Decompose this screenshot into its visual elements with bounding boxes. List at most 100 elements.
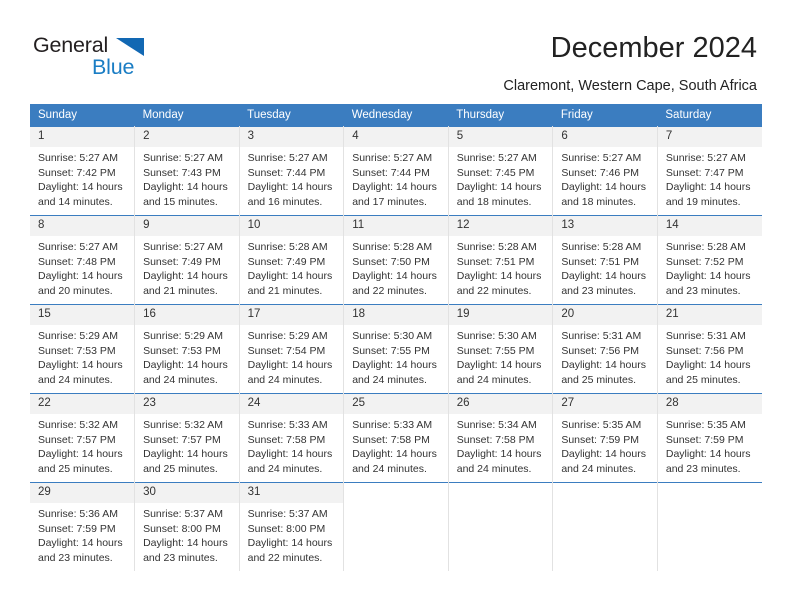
- day-details: Sunrise: 5:29 AM Sunset: 7:53 PM Dayligh…: [135, 325, 239, 387]
- sunrise-text: Sunrise: 5:35 AM: [665, 419, 746, 431]
- daylight-text-line2: and 24 minutes.: [456, 462, 532, 475]
- day-number: 18: [344, 305, 448, 325]
- sunset-text: Sunset: 7:56 PM: [561, 344, 639, 357]
- day-details: Sunrise: 5:28 AM Sunset: 7:49 PM Dayligh…: [240, 236, 344, 298]
- day-cell[interactable]: 2 Sunrise: 5:27 AM Sunset: 7:43 PM Dayli…: [134, 126, 240, 216]
- daylight-text-line2: and 24 minutes.: [561, 462, 637, 475]
- sunrise-text: Sunrise: 5:28 AM: [352, 241, 433, 253]
- sunrise-text: Sunrise: 5:31 AM: [561, 330, 642, 342]
- day-details: Sunrise: 5:28 AM Sunset: 7:51 PM Dayligh…: [553, 236, 657, 298]
- sunrise-text: Sunrise: 5:28 AM: [247, 241, 328, 253]
- day-cell[interactable]: 13 Sunrise: 5:28 AM Sunset: 7:51 PM Dayl…: [552, 215, 658, 305]
- day-cell[interactable]: 12 Sunrise: 5:28 AM Sunset: 7:51 PM Dayl…: [447, 215, 554, 305]
- day-details: Sunrise: 5:31 AM Sunset: 7:56 PM Dayligh…: [553, 325, 657, 387]
- day-cell[interactable]: 25 Sunrise: 5:33 AM Sunset: 7:58 PM Dayl…: [343, 393, 449, 483]
- day-cell[interactable]: 10 Sunrise: 5:28 AM Sunset: 7:49 PM Dayl…: [238, 215, 345, 305]
- sunset-text: Sunset: 7:44 PM: [247, 166, 326, 179]
- day-number: [657, 483, 762, 503]
- daylight-text-line2: and 24 minutes.: [143, 373, 218, 386]
- day-cell[interactable]: 30 Sunrise: 5:37 AM Sunset: 8:00 PM Dayl…: [134, 482, 240, 571]
- sunset-text: Sunset: 7:58 PM: [352, 433, 430, 446]
- weekday-header-wednesday: Wednesday: [343, 104, 449, 127]
- calendar-week-row: 1 Sunrise: 5:27 AM Sunset: 7:42 PM Dayli…: [30, 126, 762, 216]
- sunset-text: Sunset: 7:47 PM: [665, 166, 744, 179]
- day-number: 30: [135, 483, 239, 503]
- sunrise-text: Sunrise: 5:27 AM: [456, 152, 537, 164]
- sunrise-text: Sunrise: 5:29 AM: [143, 330, 224, 342]
- day-number: 31: [239, 483, 344, 503]
- day-details: Sunrise: 5:32 AM Sunset: 7:57 PM Dayligh…: [30, 414, 134, 476]
- daylight-text-line1: Daylight: 14 hours: [143, 270, 228, 283]
- day-cell-empty: [656, 482, 762, 571]
- day-number: 22: [30, 394, 135, 414]
- day-cell[interactable]: 26 Sunrise: 5:34 AM Sunset: 7:58 PM Dayl…: [447, 393, 554, 483]
- day-number: 9: [135, 216, 239, 236]
- daylight-text-line1: Daylight: 14 hours: [665, 359, 751, 372]
- day-cell[interactable]: 20 Sunrise: 5:31 AM Sunset: 7:56 PM Dayl…: [552, 304, 658, 394]
- daylight-text-line2: and 23 minutes.: [143, 551, 218, 564]
- day-cell[interactable]: 21 Sunrise: 5:31 AM Sunset: 7:56 PM Dayl…: [656, 304, 762, 394]
- day-details: Sunrise: 5:32 AM Sunset: 7:57 PM Dayligh…: [135, 414, 239, 476]
- daylight-text-line2: and 18 minutes.: [456, 195, 532, 208]
- weekday-header-sunday: Sunday: [30, 104, 135, 127]
- day-cell[interactable]: 15 Sunrise: 5:29 AM Sunset: 7:53 PM Dayl…: [30, 304, 136, 394]
- sunset-text: Sunset: 7:44 PM: [352, 166, 430, 179]
- sunset-text: Sunset: 7:43 PM: [143, 166, 221, 179]
- daylight-text-line1: Daylight: 14 hours: [561, 270, 646, 283]
- daylight-text-line1: Daylight: 14 hours: [247, 359, 333, 372]
- day-cell[interactable]: 7 Sunrise: 5:27 AM Sunset: 7:47 PM Dayli…: [656, 126, 762, 216]
- sunrise-text: Sunrise: 5:32 AM: [38, 419, 118, 431]
- day-number: 29: [30, 483, 135, 503]
- day-cell[interactable]: 16 Sunrise: 5:29 AM Sunset: 7:53 PM Dayl…: [134, 304, 240, 394]
- daylight-text-line1: Daylight: 14 hours: [561, 181, 646, 194]
- day-cell[interactable]: 31 Sunrise: 5:37 AM Sunset: 8:00 PM Dayl…: [238, 482, 345, 571]
- daylight-text-line2: and 18 minutes.: [561, 195, 637, 208]
- day-number: 12: [448, 216, 553, 236]
- day-cell[interactable]: 24 Sunrise: 5:33 AM Sunset: 7:58 PM Dayl…: [238, 393, 345, 483]
- page-header: General Blue December 2024 Claremont, We…: [0, 0, 792, 100]
- daylight-text-line2: and 25 minutes.: [561, 373, 637, 386]
- day-cell[interactable]: 3 Sunrise: 5:27 AM Sunset: 7:44 PM Dayli…: [238, 126, 345, 216]
- calendar-week-row: 8 Sunrise: 5:27 AM Sunset: 7:48 PM Dayli…: [30, 215, 762, 305]
- day-cell[interactable]: 4 Sunrise: 5:27 AM Sunset: 7:44 PM Dayli…: [343, 126, 449, 216]
- day-number: 6: [553, 127, 657, 147]
- sunrise-text: Sunrise: 5:27 AM: [38, 152, 118, 164]
- day-cell[interactable]: 5 Sunrise: 5:27 AM Sunset: 7:45 PM Dayli…: [447, 126, 554, 216]
- day-cell[interactable]: 1 Sunrise: 5:27 AM Sunset: 7:42 PM Dayli…: [30, 126, 136, 216]
- sunset-text: Sunset: 7:53 PM: [38, 344, 116, 357]
- sunrise-text: Sunrise: 5:35 AM: [561, 419, 642, 431]
- day-cell[interactable]: 14 Sunrise: 5:28 AM Sunset: 7:52 PM Dayl…: [656, 215, 762, 305]
- daylight-text-line1: Daylight: 14 hours: [456, 359, 542, 372]
- day-cell[interactable]: 29 Sunrise: 5:36 AM Sunset: 7:59 PM Dayl…: [30, 482, 136, 571]
- daylight-text-line1: Daylight: 14 hours: [352, 448, 437, 461]
- day-cell[interactable]: 28 Sunrise: 5:35 AM Sunset: 7:59 PM Dayl…: [656, 393, 762, 483]
- day-cell[interactable]: 17 Sunrise: 5:29 AM Sunset: 7:54 PM Dayl…: [238, 304, 345, 394]
- sunset-text: Sunset: 7:59 PM: [561, 433, 639, 446]
- day-cell[interactable]: 11 Sunrise: 5:28 AM Sunset: 7:50 PM Dayl…: [343, 215, 449, 305]
- day-cell[interactable]: 22 Sunrise: 5:32 AM Sunset: 7:57 PM Dayl…: [30, 393, 136, 483]
- day-details: Sunrise: 5:31 AM Sunset: 7:56 PM Dayligh…: [658, 325, 762, 387]
- daylight-text-line2: and 22 minutes.: [456, 284, 532, 297]
- day-details: Sunrise: 5:27 AM Sunset: 7:45 PM Dayligh…: [449, 147, 553, 209]
- day-cell[interactable]: 18 Sunrise: 5:30 AM Sunset: 7:55 PM Dayl…: [343, 304, 449, 394]
- day-cell[interactable]: 23 Sunrise: 5:32 AM Sunset: 7:57 PM Dayl…: [134, 393, 240, 483]
- sunset-text: Sunset: 7:58 PM: [247, 433, 326, 446]
- daylight-text-line1: Daylight: 14 hours: [352, 181, 437, 194]
- sunrise-text: Sunrise: 5:29 AM: [247, 330, 328, 342]
- weekday-header-tuesday: Tuesday: [239, 104, 344, 127]
- day-cell[interactable]: 27 Sunrise: 5:35 AM Sunset: 7:59 PM Dayl…: [552, 393, 658, 483]
- day-details: Sunrise: 5:35 AM Sunset: 7:59 PM Dayligh…: [658, 414, 762, 476]
- day-cell[interactable]: 9 Sunrise: 5:27 AM Sunset: 7:49 PM Dayli…: [134, 215, 240, 305]
- daylight-text-line2: and 22 minutes.: [247, 551, 323, 564]
- day-details: Sunrise: 5:27 AM Sunset: 7:48 PM Dayligh…: [30, 236, 134, 298]
- sunset-text: Sunset: 7:59 PM: [665, 433, 744, 446]
- day-cell[interactable]: 6 Sunrise: 5:27 AM Sunset: 7:46 PM Dayli…: [552, 126, 658, 216]
- sunset-text: Sunset: 7:45 PM: [456, 166, 535, 179]
- daylight-text-line2: and 25 minutes.: [38, 462, 113, 475]
- day-details: Sunrise: 5:29 AM Sunset: 7:53 PM Dayligh…: [30, 325, 134, 387]
- day-cell[interactable]: 19 Sunrise: 5:30 AM Sunset: 7:55 PM Dayl…: [447, 304, 554, 394]
- sunrise-text: Sunrise: 5:28 AM: [456, 241, 537, 253]
- day-cell[interactable]: 8 Sunrise: 5:27 AM Sunset: 7:48 PM Dayli…: [30, 215, 136, 305]
- calendar-week-row: 22 Sunrise: 5:32 AM Sunset: 7:57 PM Dayl…: [30, 393, 762, 483]
- sunset-text: Sunset: 7:52 PM: [665, 255, 744, 268]
